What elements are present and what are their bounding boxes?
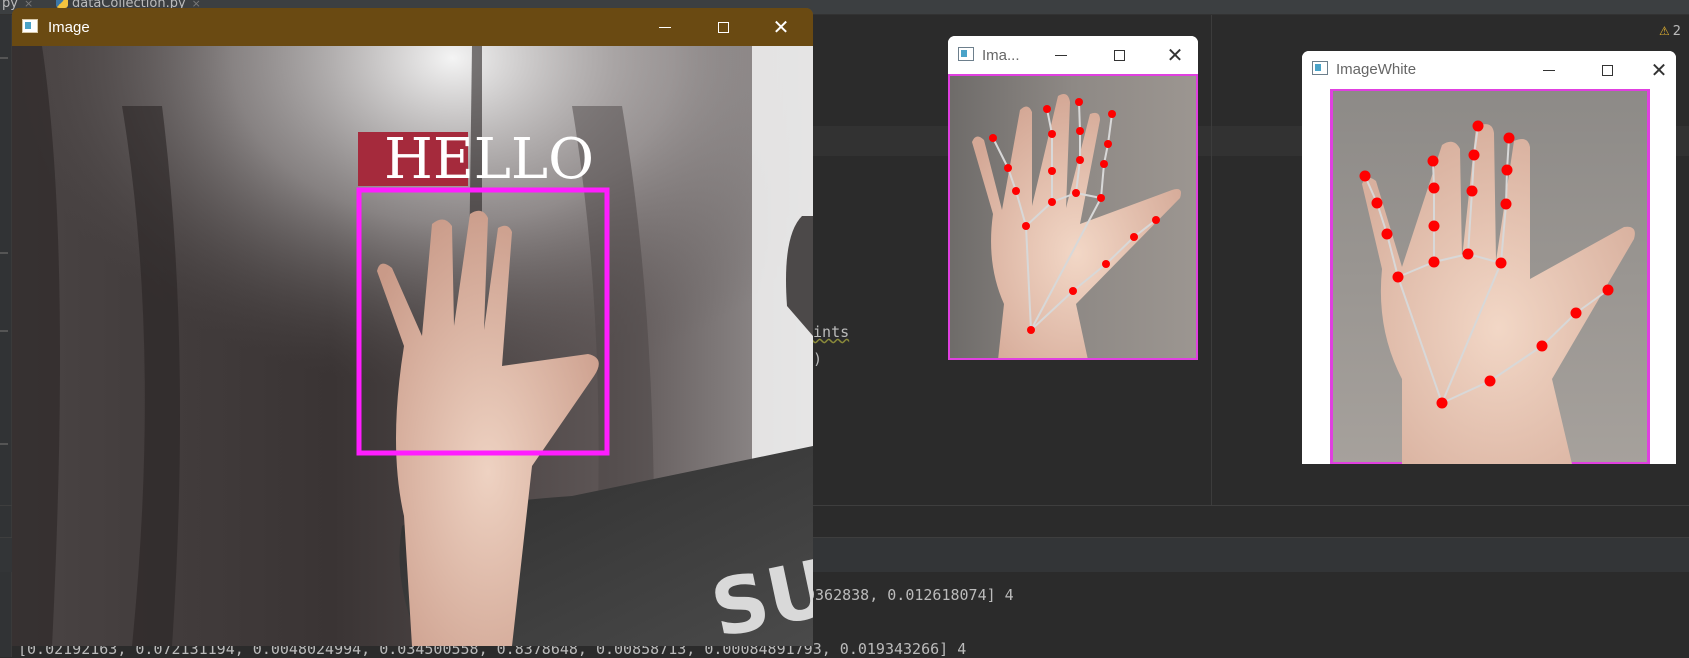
minimize-icon bbox=[1543, 69, 1555, 71]
maximize-icon bbox=[1113, 49, 1125, 61]
landmark-point bbox=[1102, 260, 1110, 268]
maximize-button[interactable] bbox=[700, 8, 746, 46]
landmark-point bbox=[1048, 198, 1056, 206]
landmark-point bbox=[1428, 256, 1440, 268]
landmark-point bbox=[1076, 156, 1084, 164]
landmark-point bbox=[1503, 132, 1515, 144]
window-title: ImageWhite bbox=[1336, 61, 1417, 78]
landmark-point bbox=[1570, 307, 1582, 319]
landmark-point bbox=[1130, 233, 1138, 241]
close-icon: ✕ bbox=[1650, 58, 1668, 82]
python-file-icon bbox=[56, 0, 68, 8]
camera-feed: HELLO SU bbox=[12, 46, 813, 646]
imagewhite-window[interactable]: ImageWhite ✕ bbox=[1302, 51, 1676, 464]
landmark-point bbox=[1072, 189, 1080, 197]
image-window[interactable]: Image ✕ HELLO SU bbox=[12, 8, 813, 646]
landmark-point bbox=[1536, 340, 1548, 352]
imagewhite-titlebar[interactable]: ImageWhite ✕ bbox=[1302, 51, 1676, 89]
maximize-button[interactable] bbox=[1096, 36, 1142, 74]
landmark-point bbox=[1428, 182, 1440, 194]
landmark-point bbox=[1108, 110, 1116, 118]
window-title: Ima... bbox=[982, 47, 1020, 64]
maximize-icon bbox=[717, 21, 729, 33]
landmark-point bbox=[1392, 271, 1404, 283]
crop-canvas bbox=[948, 74, 1198, 358]
landmark-point bbox=[1602, 284, 1614, 296]
image-window-icon bbox=[958, 47, 974, 61]
landmark-point bbox=[1359, 170, 1371, 182]
landmark-point bbox=[1069, 287, 1077, 295]
landmark-point bbox=[1104, 140, 1112, 148]
landmark-point bbox=[1048, 130, 1056, 138]
landmark-point bbox=[1076, 127, 1084, 135]
minimize-button[interactable] bbox=[642, 8, 688, 46]
image-titlebar[interactable]: Image ✕ bbox=[12, 8, 813, 46]
maximize-button[interactable] bbox=[1584, 51, 1630, 89]
landmark-point bbox=[1004, 164, 1012, 172]
landmark-point bbox=[1381, 228, 1393, 240]
minimize-button[interactable] bbox=[1526, 51, 1572, 89]
landmark-point bbox=[1466, 185, 1478, 197]
landmark-point bbox=[1097, 194, 1105, 202]
landmark-point bbox=[1484, 375, 1496, 387]
landmark-point bbox=[1152, 216, 1160, 224]
crop-titlebar[interactable]: Ima... ✕ bbox=[948, 36, 1198, 74]
landmark-point bbox=[1048, 167, 1056, 175]
minimize-button[interactable] bbox=[1038, 36, 1084, 74]
console-line: 9362838, 0.012618074] 4 bbox=[806, 586, 1014, 604]
warning-count: 2 bbox=[1672, 24, 1681, 39]
minimize-icon bbox=[659, 26, 671, 28]
skeleton-line bbox=[1078, 101, 1081, 132]
crop-window[interactable]: Ima... ✕ bbox=[948, 36, 1198, 360]
landmark-point bbox=[1022, 222, 1030, 230]
close-icon: ✕ bbox=[1166, 43, 1184, 67]
landmark-point bbox=[1495, 257, 1507, 269]
landmark-point bbox=[1027, 326, 1035, 334]
landmark-point bbox=[1012, 187, 1020, 195]
close-button[interactable]: ✕ bbox=[1152, 36, 1198, 74]
landmark-point bbox=[1427, 155, 1439, 167]
close-button[interactable]: ✕ bbox=[758, 8, 804, 46]
landmark-point bbox=[1468, 149, 1480, 161]
warning-indicator[interactable]: ⚠ 2 bbox=[1659, 24, 1681, 39]
minimize-icon bbox=[1055, 54, 1067, 56]
warning-icon: ⚠ bbox=[1658, 24, 1670, 38]
landmark-point bbox=[1462, 248, 1474, 260]
landmark-point bbox=[989, 134, 997, 142]
close-icon: ✕ bbox=[772, 15, 790, 39]
landmark-point bbox=[1428, 220, 1440, 232]
landmark-point bbox=[1100, 160, 1108, 168]
landmark-point bbox=[1500, 198, 1512, 210]
landmark-point bbox=[1043, 105, 1051, 113]
landmark-point bbox=[1501, 164, 1513, 176]
image-window-icon bbox=[1312, 61, 1328, 75]
landmark-point bbox=[1472, 120, 1484, 132]
image-window-icon bbox=[22, 19, 38, 33]
maximize-icon bbox=[1601, 64, 1613, 76]
overlay-text: HELLO bbox=[384, 127, 594, 192]
imagewhite-canvas bbox=[1330, 89, 1650, 464]
close-button[interactable]: ✕ bbox=[1642, 51, 1676, 89]
window-title: Image bbox=[48, 19, 90, 36]
landmark-point bbox=[1075, 98, 1083, 106]
editor-right-margin bbox=[1211, 15, 1212, 505]
landmark-point bbox=[1371, 197, 1383, 209]
landmark-point bbox=[1436, 397, 1448, 409]
